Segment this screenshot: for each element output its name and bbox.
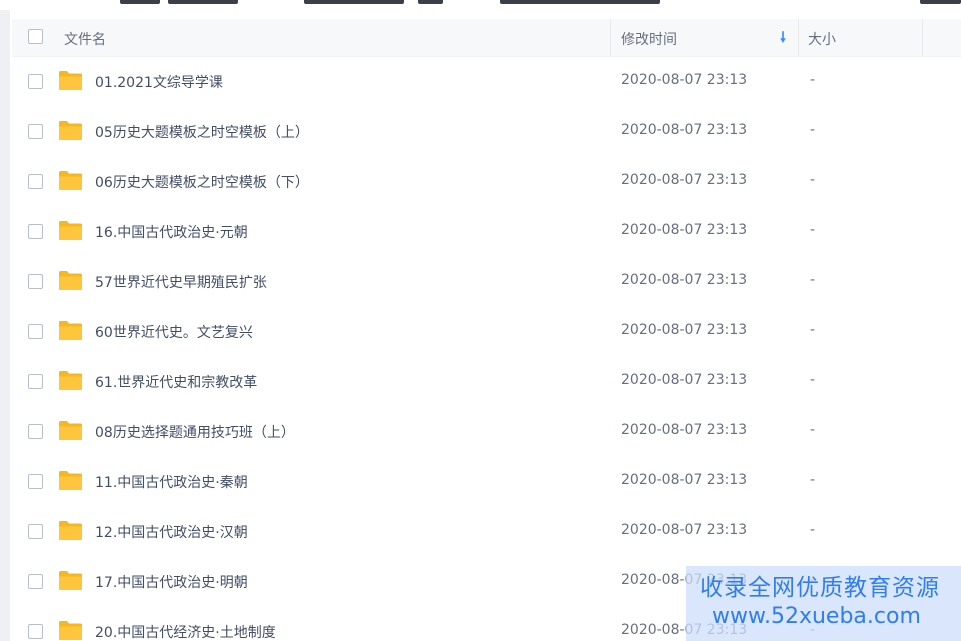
file-list-header: 文件名 修改时间 🠗 大小 [12,19,961,57]
file-row[interactable]: 08历史选择题通用技巧班（上） 2020-08-07 23:13 - [12,407,961,457]
file-row[interactable]: 05历史大题模板之时空模板（上） 2020-08-07 23:13 - [12,107,961,157]
file-size: - [810,122,816,138]
file-row[interactable]: 16.中国古代政治史·元朝 2020-08-07 23:13 - [12,207,961,257]
file-row[interactable]: 11.中国古代政治史·秦朝 2020-08-07 23:13 - [12,457,961,507]
column-divider[interactable] [610,19,611,56]
folder-icon [59,221,82,240]
file-browser-window: 文件名 修改时间 🠗 大小 01.2021文综导学课 2020-08-07 23:… [0,0,961,641]
folder-icon [59,521,82,540]
column-header-modified[interactable]: 修改时间 [621,29,677,49]
file-size: - [810,522,816,538]
folder-icon [59,271,82,290]
breadcrumb-segment[interactable] [920,0,961,4]
file-name[interactable]: 06历史大题模板之时空模板（下） [95,172,309,192]
folder-icon [59,471,82,490]
file-modified-time: 2020-08-07 23:13 [621,422,748,438]
file-name[interactable]: 60世界近代史。文艺复兴 [95,322,253,342]
file-size: - [810,72,816,88]
folder-icon [59,421,82,440]
file-modified-time: 2020-08-07 23:13 [621,72,748,88]
file-size: - [810,372,816,388]
file-size: - [810,422,816,438]
file-row[interactable]: 06历史大题模板之时空模板（下） 2020-08-07 23:13 - [12,157,961,207]
breadcrumb-segment[interactable] [120,0,160,4]
file-name[interactable]: 12.中国古代政治史·汉朝 [95,522,248,542]
column-divider[interactable] [922,19,923,56]
file-size: - [810,222,816,238]
column-header-size[interactable]: 大小 [808,29,836,49]
select-all-checkbox[interactable] [28,29,43,44]
column-header-name[interactable]: 文件名 [64,29,106,49]
file-name[interactable]: 20.中国古代经济史·土地制度 [95,622,276,641]
row-checkbox[interactable] [28,324,43,339]
file-name[interactable]: 61.世界近代史和宗教改革 [95,372,257,392]
row-checkbox[interactable] [28,74,43,89]
file-modified-time: 2020-08-07 23:13 [621,372,748,388]
file-modified-time: 2020-08-07 23:13 [621,522,748,538]
row-checkbox[interactable] [28,274,43,289]
file-row[interactable]: 60世界近代史。文艺复兴 2020-08-07 23:13 - [12,307,961,357]
file-name[interactable]: 08历史选择题通用技巧班（上） [95,422,295,442]
file-name[interactable]: 57世界近代史早期殖民扩张 [95,272,267,292]
file-modified-time: 2020-08-07 23:13 [621,122,748,138]
row-checkbox[interactable] [28,524,43,539]
folder-icon [59,621,82,640]
file-row[interactable]: 12.中国古代政治史·汉朝 2020-08-07 23:13 - [12,507,961,557]
file-name[interactable]: 01.2021文综导学课 [95,72,223,92]
folder-icon [59,371,82,390]
file-modified-time: 2020-08-07 23:13 [621,322,748,338]
folder-icon [59,321,82,340]
file-name[interactable]: 17.中国古代政治史·明朝 [95,572,248,592]
folder-icon [59,71,82,90]
breadcrumb [0,0,961,10]
file-modified-time: 2020-08-07 23:13 [621,172,748,188]
folder-icon [59,121,82,140]
file-size: - [810,472,816,488]
file-modified-time: 2020-08-07 23:13 [621,472,748,488]
arrow-down-icon[interactable]: 🠗 [780,27,786,51]
breadcrumb-segment[interactable] [500,0,660,4]
folder-icon [59,571,82,590]
file-row[interactable]: 61.世界近代史和宗教改革 2020-08-07 23:13 - [12,357,961,407]
file-size: - [810,272,816,288]
watermark-url: www.52xueba.com [712,604,921,629]
file-name[interactable]: 11.中国古代政治史·秦朝 [95,472,248,492]
row-checkbox[interactable] [28,124,43,139]
left-panel-edge [0,0,10,641]
row-checkbox[interactable] [28,374,43,389]
file-modified-time: 2020-08-07 23:13 [621,272,748,288]
watermark-overlay: 收录全网优质教育资源 www.52xueba.com [686,566,961,641]
breadcrumb-segment[interactable] [168,0,238,4]
file-size: - [810,322,816,338]
row-checkbox[interactable] [28,224,43,239]
file-name[interactable]: 16.中国古代政治史·元朝 [95,222,248,242]
row-checkbox[interactable] [28,174,43,189]
folder-icon [59,171,82,190]
file-size: - [810,172,816,188]
file-name[interactable]: 05历史大题模板之时空模板（上） [95,122,309,142]
file-modified-time: 2020-08-07 23:13 [621,222,748,238]
row-checkbox[interactable] [28,424,43,439]
column-divider[interactable] [798,19,799,56]
file-row[interactable]: 01.2021文综导学课 2020-08-07 23:13 - [12,57,961,107]
breadcrumb-segment[interactable] [304,0,404,4]
row-checkbox[interactable] [28,624,43,639]
watermark-slogan: 收录全网优质教育资源 [700,575,940,601]
row-checkbox[interactable] [28,474,43,489]
file-row[interactable]: 57世界近代史早期殖民扩张 2020-08-07 23:13 - [12,257,961,307]
row-checkbox[interactable] [28,574,43,589]
breadcrumb-segment[interactable] [418,0,443,4]
file-list: 01.2021文综导学课 2020-08-07 23:13-05历史大题模板之时空… [12,57,961,641]
